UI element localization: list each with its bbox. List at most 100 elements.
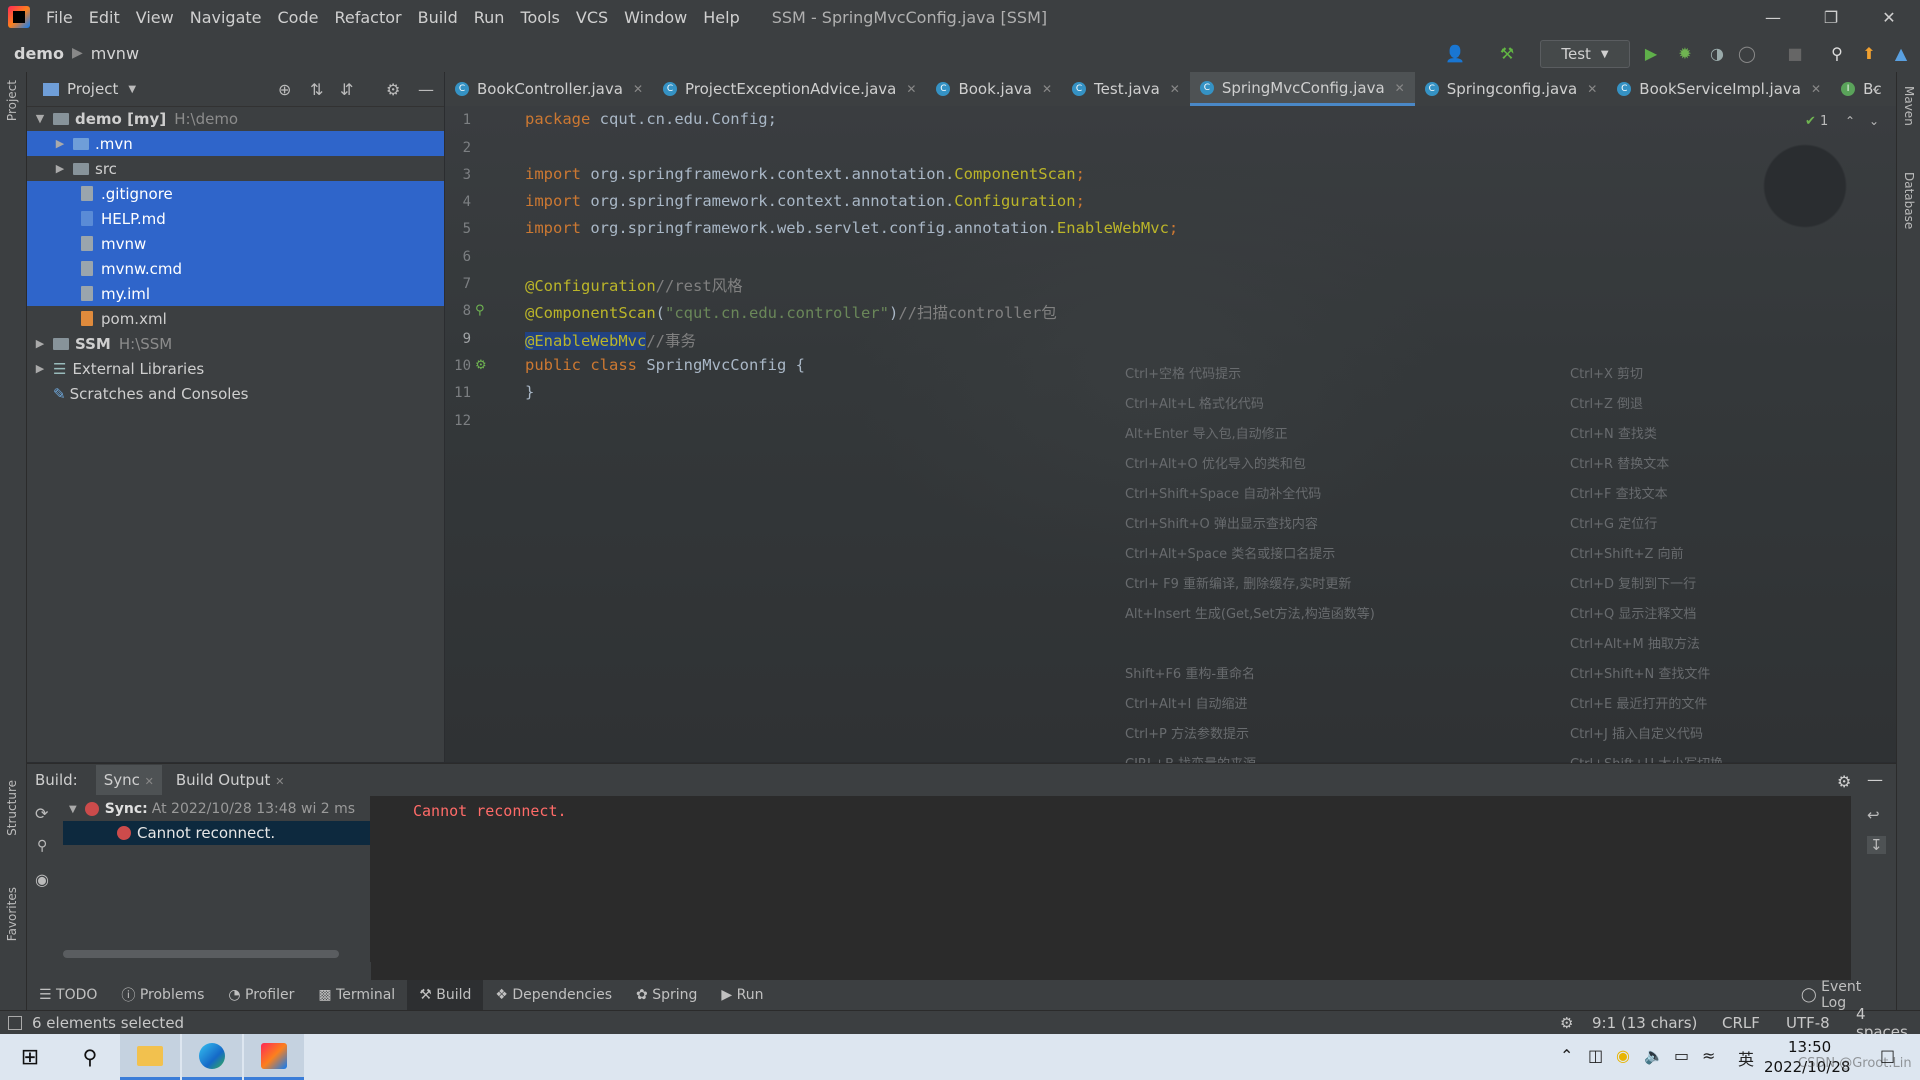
menu-navigate[interactable]: Navigate: [182, 8, 270, 27]
chevron-down-icon[interactable]: ▼: [128, 84, 136, 95]
breadcrumb-project[interactable]: demo: [14, 44, 64, 63]
tab-test[interactable]: C Test.java ✕: [1062, 72, 1190, 106]
menu-tools[interactable]: Tools: [512, 8, 567, 27]
menu-run[interactable]: Run: [466, 8, 513, 27]
build-tab-sync[interactable]: Sync ✕: [95, 765, 162, 795]
volume-icon[interactable]: 🔈: [1644, 1046, 1664, 1065]
previous-highlight-icon[interactable]: ⌃: [1845, 114, 1855, 128]
profile-icon[interactable]: ◯: [1736, 42, 1758, 64]
battery-icon[interactable]: ▭: [1674, 1046, 1689, 1065]
tree-item-external-libraries[interactable]: ▶ ☰ External Libraries: [27, 356, 444, 381]
tab-springmvcconfig[interactable]: C SpringMvcConfig.java ✕: [1189, 72, 1415, 106]
tab-list-chevron-icon[interactable]: ⌄: [1870, 80, 1882, 96]
tab-bookcontroller[interactable]: C BookController.java ✕: [445, 72, 653, 106]
coverage-icon[interactable]: ◑: [1706, 42, 1728, 64]
tree-item-scratches[interactable]: ✎ Scratches and Consoles: [27, 381, 444, 406]
horizontal-scrollbar[interactable]: [63, 950, 339, 958]
close-tab-icon[interactable]: ✕: [1170, 82, 1180, 96]
caret-position[interactable]: 9:1 (13 chars): [1592, 1014, 1697, 1032]
close-tab-icon[interactable]: ✕: [1042, 82, 1052, 96]
tab-projectexceptionadvice[interactable]: C ProjectExceptionAdvice.java ✕: [653, 72, 926, 106]
tab-springconfig[interactable]: C Springconfig.java ✕: [1415, 72, 1608, 106]
debug-icon[interactable]: ✹: [1674, 42, 1696, 64]
tool-tab-run[interactable]: ▶ Run: [709, 980, 775, 1010]
tool-tab-problems[interactable]: ⓘ Problems: [109, 980, 216, 1010]
maven-tool-tab[interactable]: Maven: [1902, 86, 1916, 126]
pin-icon[interactable]: ⚲: [37, 838, 47, 854]
locate-icon[interactable]: ⊕: [278, 80, 291, 99]
notifications-icon[interactable]: □: [1880, 1046, 1895, 1065]
tree-item-demo[interactable]: ▼ demo [my] H:\demo: [27, 106, 444, 131]
hide-panel-icon[interactable]: —: [418, 80, 434, 99]
chevron-right-icon[interactable]: ▶: [53, 162, 67, 175]
scroll-to-end-icon[interactable]: ↧: [1867, 836, 1886, 854]
plugin-icon[interactable]: ▲: [1890, 42, 1912, 64]
input-method-indicator[interactable]: 英: [1738, 1046, 1754, 1070]
search-icon[interactable]: ⚲: [60, 1034, 120, 1080]
close-tab-icon[interactable]: ✕: [145, 775, 154, 788]
project-tool-tab[interactable]: Project: [5, 80, 19, 121]
menu-file[interactable]: File: [38, 8, 81, 27]
tree-item-mvn[interactable]: ▶ .mvn: [27, 131, 444, 156]
menu-code[interactable]: Code: [270, 8, 327, 27]
tree-item-pom-xml[interactable]: pom.xml: [27, 306, 444, 331]
menu-view[interactable]: View: [128, 8, 182, 27]
build-hammer-icon[interactable]: ⚒: [1496, 42, 1518, 64]
tab-bc[interactable]: I Bc: [1831, 72, 1892, 106]
tree-item-mvnw[interactable]: mvnw: [27, 231, 444, 256]
build-tab-build-output[interactable]: Build Output ✕: [176, 771, 285, 789]
search-icon[interactable]: ⚲: [1826, 42, 1848, 64]
intellij-idea-icon[interactable]: [244, 1034, 304, 1080]
monitor-icon[interactable]: ◫: [1588, 1046, 1603, 1065]
breadcrumb-file[interactable]: mvnw: [91, 44, 139, 63]
stop-icon[interactable]: ■: [1784, 42, 1806, 64]
tree-item-my-iml[interactable]: my.iml: [27, 281, 444, 306]
close-tab-icon[interactable]: ✕: [1587, 82, 1597, 96]
menu-vcs[interactable]: VCS: [568, 8, 616, 27]
refresh-icon[interactable]: ⟳: [35, 804, 48, 823]
code-editor[interactable]: 1 2 3 4 5 6 7 8 9 10 11 12 ⚲ ⚙ package c…: [445, 106, 1896, 1012]
close-window-button[interactable]: ✕: [1860, 0, 1918, 34]
clock-time[interactable]: 13:50: [1788, 1038, 1831, 1056]
close-tab-icon[interactable]: ✕: [906, 82, 916, 96]
menu-window[interactable]: Window: [616, 8, 695, 27]
tool-tab-dependencies[interactable]: ❖ Dependencies: [483, 980, 624, 1010]
app-tray-icon[interactable]: ◉: [1616, 1046, 1630, 1065]
project-view-select[interactable]: Project: [67, 80, 118, 98]
close-tab-icon[interactable]: ✕: [1811, 82, 1821, 96]
next-highlight-icon[interactable]: ⌄: [1869, 114, 1879, 128]
database-tool-tab[interactable]: Database: [1902, 172, 1916, 229]
sync-event-row[interactable]: ▼ Sync: At 2022/10/28 13:48 wi 2 ms: [63, 798, 370, 820]
inspection-ok-icon[interactable]: ✔ 1: [1805, 114, 1828, 129]
run-configuration-select[interactable]: Test ▼: [1540, 40, 1630, 68]
windows-start-icon[interactable]: ⊞: [0, 1034, 60, 1080]
update-icon[interactable]: ⬆: [1858, 42, 1880, 64]
close-tab-icon[interactable]: ✕: [633, 82, 643, 96]
show-hidden-icons-icon[interactable]: ⌃: [1560, 1046, 1573, 1065]
chevron-right-icon[interactable]: ▶: [33, 337, 47, 350]
build-output-console[interactable]: Cannot reconnect.: [371, 796, 1851, 980]
tree-item-src[interactable]: ▶ src: [27, 156, 444, 181]
tool-tab-profiler[interactable]: ◔ Profiler: [216, 980, 306, 1010]
file-encoding[interactable]: UTF-8: [1786, 1014, 1830, 1032]
menu-edit[interactable]: Edit: [81, 8, 128, 27]
file-explorer-icon[interactable]: [120, 1034, 180, 1080]
tool-tab-spring[interactable]: ✿ Spring: [624, 980, 709, 1010]
minimize-button[interactable]: —: [1744, 0, 1802, 34]
chevron-right-icon[interactable]: ▶: [33, 362, 47, 375]
eye-icon[interactable]: ◉: [35, 870, 49, 889]
tree-item-mvnw-cmd[interactable]: mvnw.cmd: [27, 256, 444, 281]
menu-help[interactable]: Help: [695, 8, 747, 27]
tab-bookserviceimpl[interactable]: C BookServiceImpl.java ✕: [1607, 72, 1831, 106]
wifi-icon[interactable]: ≈: [1702, 1046, 1715, 1065]
tree-item-ssm[interactable]: ▶ SSM H:\SSM: [27, 331, 444, 356]
expand-all-icon[interactable]: ⇅: [310, 80, 323, 99]
run-icon[interactable]: ▶: [1640, 42, 1662, 64]
spring-config-gutter-icon[interactable]: ⚙: [475, 358, 487, 373]
collapse-all-icon[interactable]: ⇵: [340, 80, 353, 99]
favorites-tool-tab[interactable]: Favorites: [5, 887, 19, 941]
line-separator[interactable]: CRLF: [1722, 1014, 1760, 1032]
tab-book[interactable]: C Book.java ✕: [926, 72, 1062, 106]
restore-button[interactable]: ❐: [1802, 0, 1860, 34]
tool-tab-todo[interactable]: ☰ TODO: [27, 980, 109, 1010]
